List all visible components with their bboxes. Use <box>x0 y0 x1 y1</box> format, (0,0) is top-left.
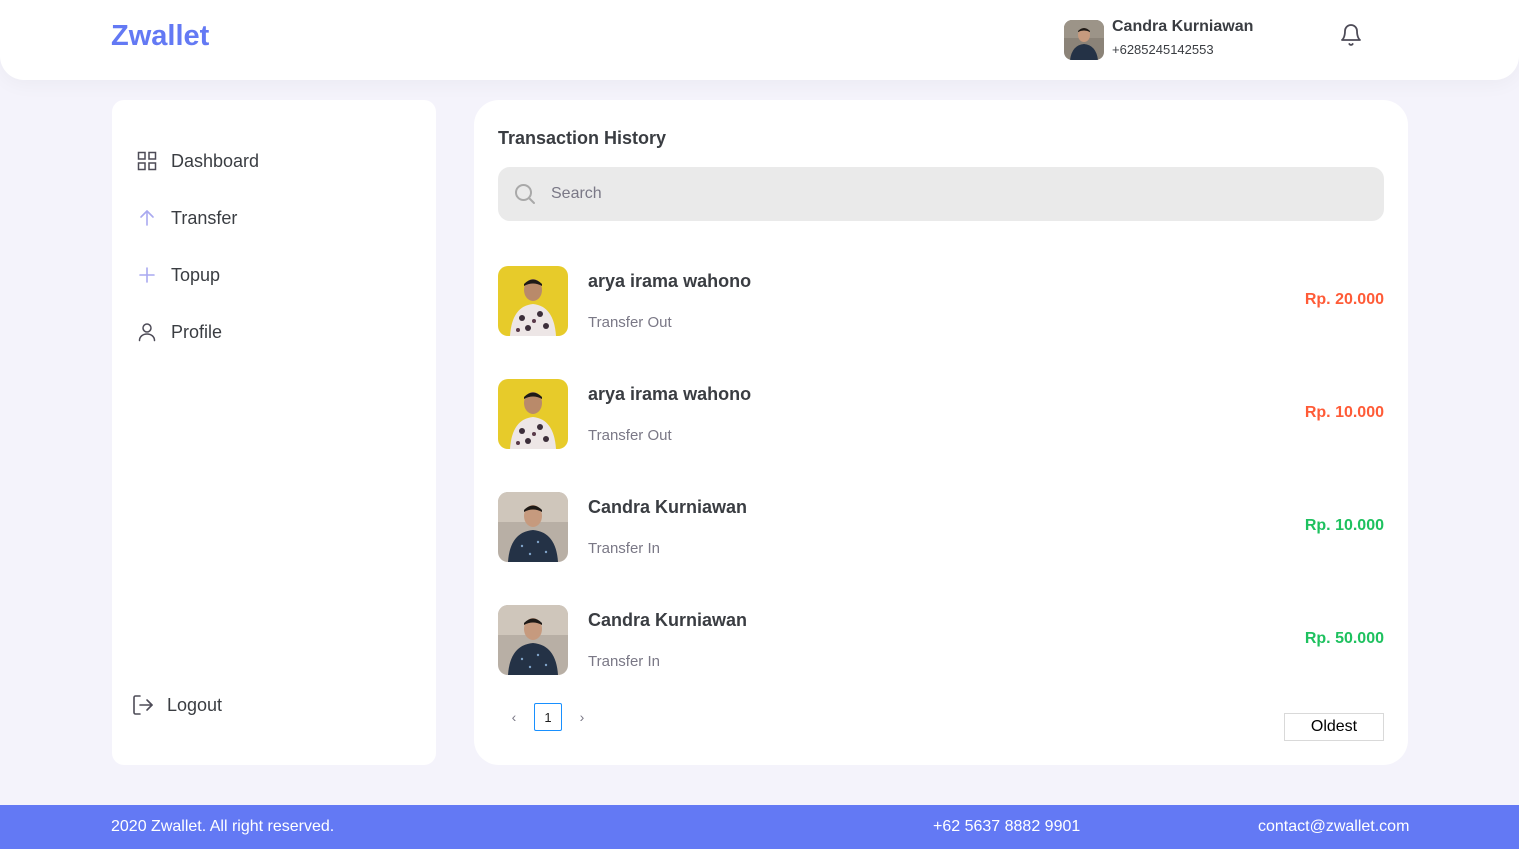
footer-phone: +62 5637 8882 9901 <box>933 818 1081 835</box>
transaction-row[interactable]: Candra Kurniawan Transfer In Rp. 10.000 <box>498 492 1384 562</box>
transaction-history-card: Transaction History arya irama wahono Tr… <box>474 100 1408 765</box>
search-bar[interactable] <box>498 167 1384 221</box>
sidebar-item-dashboard[interactable]: Dashboard <box>136 147 259 175</box>
page-number[interactable]: 1 <box>534 703 562 731</box>
sidebar-item-profile[interactable]: Profile <box>136 318 222 346</box>
user-avatar[interactable] <box>1064 20 1104 60</box>
sidebar-item-label: Profile <box>171 321 223 342</box>
sort-oldest-button[interactable]: Oldest <box>1284 713 1384 741</box>
avatar <box>498 492 568 562</box>
logout-label: Logout <box>167 694 223 715</box>
sidebar-item-topup[interactable]: Topup <box>136 261 220 289</box>
transaction-amount: Rp. 50.000 <box>1304 630 1384 647</box>
user-icon <box>136 321 158 343</box>
avatar <box>498 605 568 675</box>
transaction-name: Candra Kurniawan <box>588 497 748 517</box>
sidebar: Dashboard Transfer Topup Profile Logout <box>112 100 436 765</box>
transaction-amount: Rp. 10.000 <box>1304 404 1384 421</box>
grid-icon <box>136 150 158 172</box>
footer-copyright: 2020 Zwallet. All right reserved. <box>111 818 335 835</box>
search-input[interactable] <box>551 185 1351 203</box>
transaction-row[interactable]: Candra Kurniawan Transfer In Rp. 50.000 <box>498 605 1384 675</box>
user-phone: +6285245142553 <box>1112 42 1214 57</box>
sidebar-item-label: Transfer <box>171 207 238 228</box>
transaction-type: Transfer Out <box>588 427 672 444</box>
arrow-up-icon <box>136 207 158 229</box>
transaction-row[interactable]: arya irama wahono Transfer Out Rp. 10.00… <box>498 379 1384 449</box>
avatar <box>498 266 568 336</box>
sidebar-item-label: Topup <box>171 264 221 285</box>
transaction-name: Candra Kurniawan <box>588 610 748 630</box>
transaction-type: Transfer Out <box>588 314 672 331</box>
transaction-name: arya irama wahono <box>588 384 752 404</box>
next-page-button[interactable]: › <box>572 709 592 725</box>
brand-logo[interactable]: Zwallet <box>111 20 209 53</box>
top-header: Zwallet Candra Kurniawan +6285245142553 <box>0 0 1519 80</box>
transaction-amount: Rp. 20.000 <box>1304 291 1384 308</box>
prev-page-button[interactable]: ‹ <box>504 709 524 725</box>
sidebar-item-label: Dashboard <box>171 150 260 171</box>
logout-button[interactable]: Logout <box>132 691 222 719</box>
sidebar-item-transfer[interactable]: Transfer <box>136 204 237 232</box>
page-title: Transaction History <box>498 128 667 148</box>
transaction-type: Transfer In <box>588 653 660 670</box>
footer-email[interactable]: contact@zwallet.com <box>1258 818 1409 836</box>
bell-icon[interactable] <box>1339 22 1363 48</box>
user-name: Candra Kurniawan <box>1112 18 1254 35</box>
transaction-amount: Rp. 10.000 <box>1304 517 1384 534</box>
transaction-name: arya irama wahono <box>588 271 752 291</box>
transaction-type: Transfer In <box>588 540 660 557</box>
logout-icon <box>132 694 154 716</box>
footer: 2020 Zwallet. All right reserved. +62 56… <box>0 805 1519 849</box>
plus-icon <box>136 264 158 286</box>
search-icon <box>515 184 535 204</box>
avatar <box>498 379 568 449</box>
transaction-row[interactable]: arya irama wahono Transfer Out Rp. 20.00… <box>498 266 1384 336</box>
pagination: ‹ 1 › <box>504 703 592 731</box>
